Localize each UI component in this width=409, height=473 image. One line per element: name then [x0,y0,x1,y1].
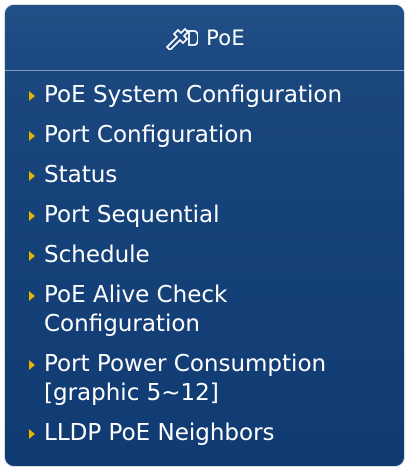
arrow-right-icon [29,251,35,261]
menu-item-label: LLDP PoE Neighbors [44,420,275,446]
menu-item-schedule[interactable]: Schedule [5,241,404,270]
menu-item-label: PoE System Configuration [44,82,343,108]
menu-item-label-line-1: Port Power Consumption [44,351,327,377]
arrow-right-icon [29,429,35,439]
poe-menu-panel: PoE PoE System Configuration Port Config… [5,5,404,466]
menu-item-label: Schedule [44,242,150,268]
menu-item-port-sequential[interactable]: Port Sequential [5,201,404,230]
menu-item-label: Port Configuration [44,122,253,148]
menu-item-port-power-consumption-graphic[interactable]: Port Power Consumption [graphic 5~12] [5,350,404,408]
menu-item-poe-alive-check-configuration[interactable]: PoE Alive Check Configuration [5,281,404,339]
menu-item-port-configuration[interactable]: Port Configuration [5,121,404,150]
arrow-right-icon [29,211,35,221]
menu-item-status[interactable]: Status [5,161,404,190]
menu-item-poe-system-configuration[interactable]: PoE System Configuration [5,81,404,110]
menu-item-label: Port Sequential [44,202,220,228]
arrow-right-icon [29,291,35,301]
menu-item-lldp-poe-neighbors[interactable]: LLDP PoE Neighbors [5,419,404,448]
menu-item-label: Status [44,162,118,188]
menu-title: PoE [206,25,245,50]
arrow-right-icon [29,171,35,181]
arrow-right-icon [29,131,35,141]
menu-item-label-line-2: [graphic 5~12] [44,380,219,406]
arrow-right-icon [29,91,35,101]
menu-item-label-line-2: Configuration [44,311,200,337]
poe-plug-icon [166,27,199,50]
poe-menu-list: PoE System Configuration Port Configurat… [5,81,404,459]
arrow-right-icon [29,360,35,370]
menu-header: PoE [5,5,404,71]
menu-item-label-line-1: PoE Alive Check [44,282,228,308]
